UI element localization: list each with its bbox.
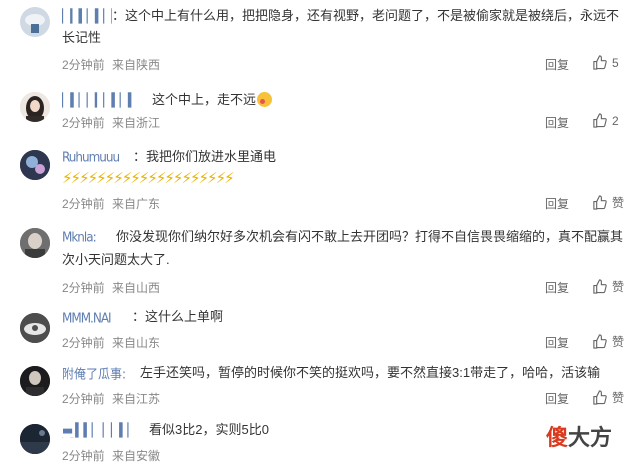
timestamp: 2分钟前 — [62, 116, 105, 130]
thumbs-up-icon — [593, 334, 607, 349]
location: 来自安徽 — [112, 449, 161, 463]
username[interactable]: ▬ ▍▍▏ ▏▏▍▏ ▏▍: — [62, 422, 140, 437]
thumbs-up-icon — [593, 390, 607, 405]
avatar[interactable] — [20, 424, 50, 454]
location: 来自山东 — [112, 336, 161, 350]
watermark-char: 傻 — [546, 426, 569, 451]
like-count: 5 — [612, 55, 619, 70]
like-button[interactable]: 2 — [592, 113, 619, 128]
comment-text-cont: 长记性 — [62, 30, 102, 45]
username[interactable]: MMM.NAI — [62, 310, 132, 325]
timestamp: 2分钟前 — [62, 197, 105, 211]
username[interactable]: ▏▍▏▏▎▏▍▏▍▏ — [62, 92, 134, 107]
reply-button[interactable]: 回复 — [545, 334, 569, 351]
comment-text: 左手还笑吗，暂停的时候你不笑的挺欢吗，要不然直接3:1带走了，哈哈，活该输 — [140, 365, 601, 380]
like-count: 赞 — [612, 335, 625, 349]
reply-button[interactable]: 回复 — [545, 56, 569, 73]
reply-button[interactable]: 回复 — [545, 195, 569, 212]
comment-text-cont: 次小天问题太大了. — [62, 252, 170, 267]
comment-text: ：这什么上单啊 — [132, 309, 224, 324]
avatar[interactable] — [20, 228, 50, 258]
like-button[interactable]: 赞 — [592, 194, 624, 211]
comment-text: 你没发现你们纳尔好多次机会有闪不敢上去开团吗？打得不自信畏畏缩缩的，真不配赢其 — [116, 229, 624, 244]
watermark-logo: 傻大方 — [546, 420, 612, 452]
timestamp: 2分钟前 — [62, 336, 105, 350]
watermark-text: 大方 — [568, 426, 613, 451]
location: 来自浙江 — [112, 116, 161, 130]
comment-meta: 2分钟前 来自山西 — [62, 279, 164, 296]
username[interactable]: ▏▎▍▏▍▏▏▍ — [62, 8, 112, 23]
username[interactable]: Ruhumuuu — [62, 149, 132, 164]
comment-meta: 2分钟前 来自江苏 — [62, 390, 164, 407]
like-button[interactable]: 赞 — [592, 278, 624, 295]
like-button[interactable]: 赞 — [592, 333, 624, 350]
username[interactable]: 附俺了瓜事: — [62, 366, 134, 381]
reply-button[interactable]: 回复 — [545, 390, 569, 407]
location: 来自山西 — [112, 281, 161, 295]
thumbs-up-icon — [593, 113, 607, 128]
timestamp: 2分钟前 — [62, 58, 105, 72]
avatar[interactable] — [20, 366, 50, 396]
comment-meta: 2分钟前 来自浙江 — [62, 114, 164, 131]
comment-text-body: 这个中上，走不远 — [152, 92, 257, 107]
comment-text: 看似3比2，实则5比0 — [149, 422, 269, 437]
comment-text: 这个中上，走不远 — [152, 89, 273, 111]
timestamp: 2分钟前 — [62, 449, 105, 463]
like-button[interactable]: 赞 — [592, 389, 624, 406]
thumbs-up-icon — [593, 195, 607, 210]
thumbs-up-icon — [593, 55, 607, 70]
reply-button[interactable]: 回复 — [545, 114, 569, 131]
timestamp: 2分钟前 — [62, 281, 105, 295]
like-count: 赞 — [612, 280, 625, 294]
comment-meta: 2分钟前 来自山东 — [62, 334, 164, 351]
username[interactable]: Mknla: — [62, 229, 112, 244]
emoji-icon — [257, 92, 273, 107]
lightning-emoji-row: ⚡⚡⚡⚡⚡⚡⚡⚡⚡⚡⚡⚡⚡⚡⚡⚡⚡⚡⚡⚡ — [62, 170, 235, 187]
avatar[interactable] — [20, 92, 50, 122]
timestamp: 2分钟前 — [62, 392, 105, 406]
like-count: 2 — [612, 113, 619, 128]
comment-meta: 2分钟前 来自安徽 — [62, 447, 164, 464]
location: 来自广东 — [112, 197, 161, 211]
comment-meta: 2分钟前 来自广东 — [62, 195, 164, 212]
thumbs-up-icon — [593, 279, 607, 294]
like-count: 赞 — [612, 391, 625, 405]
location: 来自江苏 — [112, 392, 161, 406]
avatar[interactable] — [20, 313, 50, 343]
avatar[interactable] — [20, 150, 50, 180]
reply-button[interactable]: 回复 — [545, 279, 569, 296]
like-button[interactable]: 5 — [592, 55, 619, 70]
avatar[interactable] — [20, 7, 50, 37]
comment-text: ：我把你们放进水里通电 — [133, 149, 277, 164]
comment-text: ：这个中上有什么用，把把隐身，还有视野，老问题了，不是被偷家就是被绕后，永远不 — [112, 8, 620, 23]
like-count: 赞 — [612, 196, 625, 210]
location: 来自陕西 — [112, 58, 161, 72]
comment-meta: 2分钟前 来自陕西 — [62, 56, 164, 73]
